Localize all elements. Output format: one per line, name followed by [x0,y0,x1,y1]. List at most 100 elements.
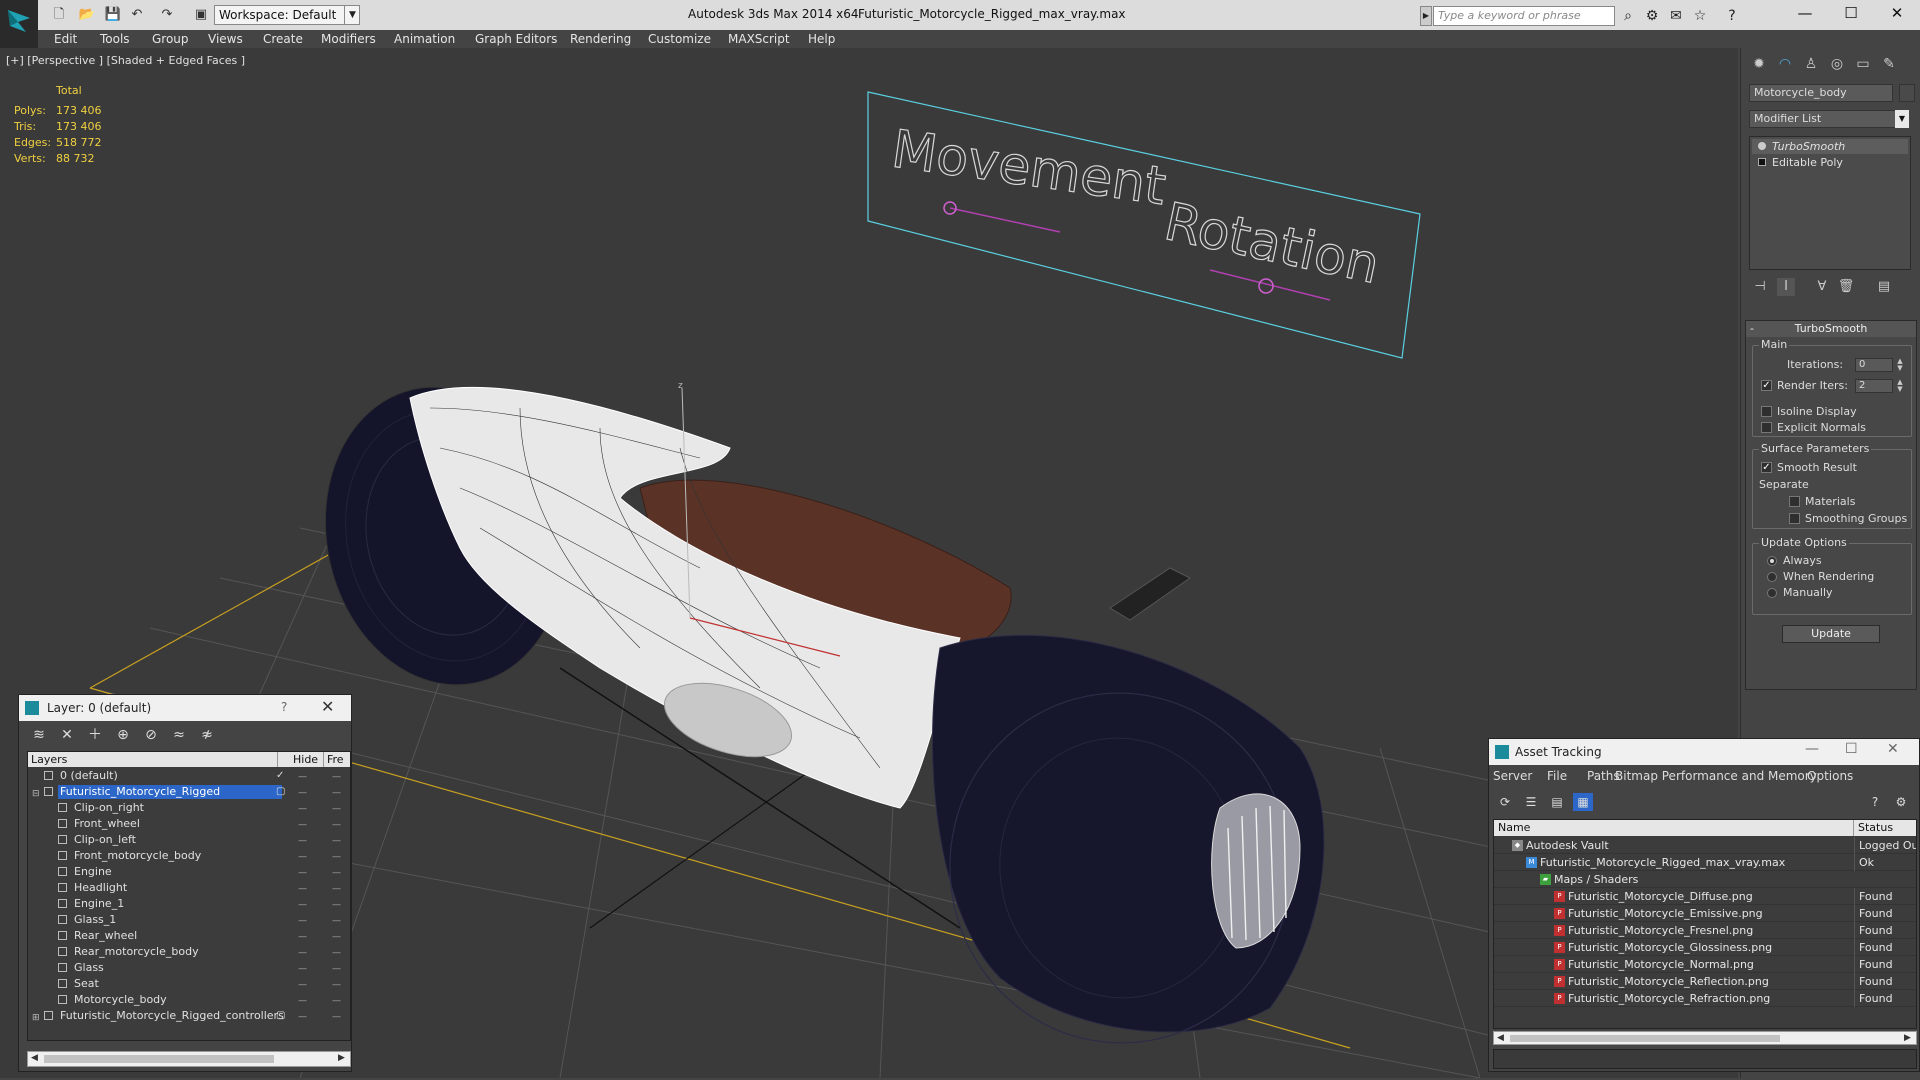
settings-icon[interactable]: ⚙ [1891,793,1911,811]
modifier-list-dropdown[interactable]: Modifier List [1749,110,1907,128]
hide-toggle[interactable]: — [298,897,307,913]
list-view-icon[interactable]: ☰ [1521,793,1541,811]
layer-name[interactable]: Engine [72,865,112,879]
make-unique-icon[interactable]: ∀ [1813,278,1831,296]
utilities-tab-icon[interactable]: ✎ [1877,52,1901,76]
create-tab-icon[interactable]: ✹ [1747,52,1771,76]
search-input[interactable]: Type a keyword or phrase [1433,6,1615,26]
minimize-icon[interactable]: — [1805,741,1819,757]
set-current-layer-icon[interactable]: ▢ [276,1011,286,1021]
lightbulb-icon[interactable] [1758,142,1766,150]
isoline-display-checkbox[interactable] [1761,406,1772,417]
asset-row[interactable]: P Futuristic_Motorcycle_Emissive.png Found [1494,905,1916,922]
layer-row[interactable]: Clip-on_right — — [28,800,350,817]
asset-row[interactable]: P Futuristic_Motorcycle_Fresnel.png Found [1494,922,1916,939]
menu-edit[interactable]: Edit [54,32,77,46]
freeze-toggle[interactable]: — [332,977,341,993]
minimize-button[interactable]: — [1782,0,1828,26]
layer-name[interactable]: Engine_1 [72,897,124,911]
asset-row[interactable]: P Futuristic_Motorcycle_Diffuse.png Found [1494,888,1916,905]
hide-all-layers-icon[interactable]: ≈ [169,725,189,745]
menu-modifiers[interactable]: Modifiers [321,32,376,46]
show-end-result-icon[interactable]: Ⅰ [1777,278,1795,296]
subscription-icon[interactable]: ⚙ [1642,6,1662,26]
configure-sets-icon[interactable]: ▤ [1875,278,1893,296]
delete-layer-icon[interactable]: ✕ [57,725,77,745]
asset-menu-server[interactable]: Server [1493,769,1532,783]
expand-box-icon[interactable] [1758,158,1766,166]
column-header-name[interactable]: Name [1494,820,1854,836]
freeze-toggle[interactable]: — [332,961,341,977]
asset-menu-options[interactable]: Options [1807,769,1853,783]
column-header-status[interactable]: Status [1854,820,1916,836]
freeze-toggle[interactable]: — [332,993,341,1009]
asset-window-titlebar[interactable]: Asset Tracking — ☐ ✕ [1489,739,1919,765]
refresh-icon[interactable]: ⟳ [1495,793,1515,811]
modify-tab-icon[interactable]: ◠ [1773,52,1797,76]
layer-row[interactable]: Motorcycle_body — — [28,992,350,1009]
when-rendering-radio[interactable] [1767,572,1777,582]
set-current-layer-icon[interactable]: ▢ [276,787,286,797]
menu-customize[interactable]: Customize [648,32,711,46]
render-iters-checkbox[interactable]: ✓ [1761,380,1772,391]
menu-create[interactable]: Create [263,32,303,46]
menu-rendering[interactable]: Rendering [570,32,631,46]
layer-row[interactable]: Engine — — [28,864,350,881]
smooth-result-checkbox[interactable]: ✓ [1761,462,1772,473]
layer-name[interactable]: Motorcycle_body [72,993,167,1007]
pin-stack-icon[interactable]: ⊣ [1751,278,1769,296]
explicit-normals-checkbox[interactable] [1761,422,1772,433]
stack-item-editable-poly[interactable]: Editable Poly [1752,155,1908,170]
layer-name[interactable]: Rear_motorcycle_body [72,945,199,959]
project-folder-icon[interactable]: ▣ [192,6,210,24]
object-color-swatch[interactable] [1899,84,1915,102]
layer-row[interactable]: Seat — — [28,976,350,993]
layer-name[interactable]: Glass_1 [72,913,116,927]
freeze-toggle[interactable]: — [332,801,341,817]
asset-menu-bitmap[interactable]: Bitmap Performance and Memory [1615,769,1817,783]
hide-toggle[interactable]: — [298,801,307,817]
hide-toggle[interactable]: — [298,785,307,801]
layer-name[interactable]: 0 (default) [58,769,118,783]
layer-name[interactable]: Headlight [72,881,127,895]
spinner-arrows-icon[interactable]: ▲ ▼ [1895,358,1905,372]
always-radio[interactable] [1767,556,1777,566]
column-header-hide[interactable]: Hide [290,752,324,767]
hide-toggle[interactable]: — [298,913,307,929]
asset-row[interactable]: ◆ Autodesk Vault Logged Ou [1494,837,1916,854]
smoothing-groups-checkbox[interactable] [1789,513,1800,524]
layer-row[interactable]: Engine_1 — — [28,896,350,913]
freeze-toggle[interactable]: — [332,929,341,945]
maximize-button[interactable]: ☐ [1828,0,1874,26]
asset-row[interactable]: M Futuristic_Motorcycle_Rigged_max_vray.m… [1494,854,1916,871]
search-expand-icon[interactable]: ▶ [1420,6,1432,26]
help-icon[interactable]: ? [1722,6,1742,26]
asset-row[interactable]: P Futuristic_Motorcycle_Glossiness.png Fou… [1494,939,1916,956]
render-iters-spinner[interactable]: 2 [1855,379,1893,393]
layer-manager-icon[interactable]: ≋ [29,725,49,745]
stack-item-turbosmooth[interactable]: TurboSmooth [1752,139,1908,154]
add-layer-icon[interactable]: ＋ [85,725,105,745]
scroll-right-icon[interactable]: ▶ [338,1053,345,1063]
hide-toggle[interactable]: — [298,849,307,865]
motion-tab-icon[interactable]: ◎ [1825,52,1849,76]
asset-menu-file[interactable]: File [1547,769,1567,783]
hide-toggle[interactable]: — [298,881,307,897]
workspace-dropdown[interactable]: Workspace: Default [214,5,360,25]
materials-checkbox[interactable] [1789,496,1800,507]
asset-row[interactable]: P Futuristic_Motorcycle_Reflection.png Fou… [1494,973,1916,990]
hide-toggle[interactable]: — [298,1009,307,1025]
manually-radio[interactable] [1767,588,1777,598]
freeze-toggle[interactable]: — [332,865,341,881]
menu-animation[interactable]: Animation [394,32,455,46]
freeze-toggle[interactable]: — [332,817,341,833]
layer-row[interactable]: Glass_1 — — [28,912,350,929]
rollout-title[interactable]: TurboSmooth [1746,321,1916,337]
maximize-icon[interactable]: ☐ [1845,741,1858,757]
layer-row[interactable]: ⊞ Futuristic_Motorcycle_Rigged_controller… [28,1008,350,1025]
table-view-icon[interactable]: ▦ [1573,793,1593,811]
menu-views[interactable]: Views [208,32,243,46]
freeze-toggle[interactable]: — [332,833,341,849]
freeze-toggle[interactable]: — [332,769,341,785]
chevron-down-icon[interactable]: ▼ [1895,110,1909,128]
